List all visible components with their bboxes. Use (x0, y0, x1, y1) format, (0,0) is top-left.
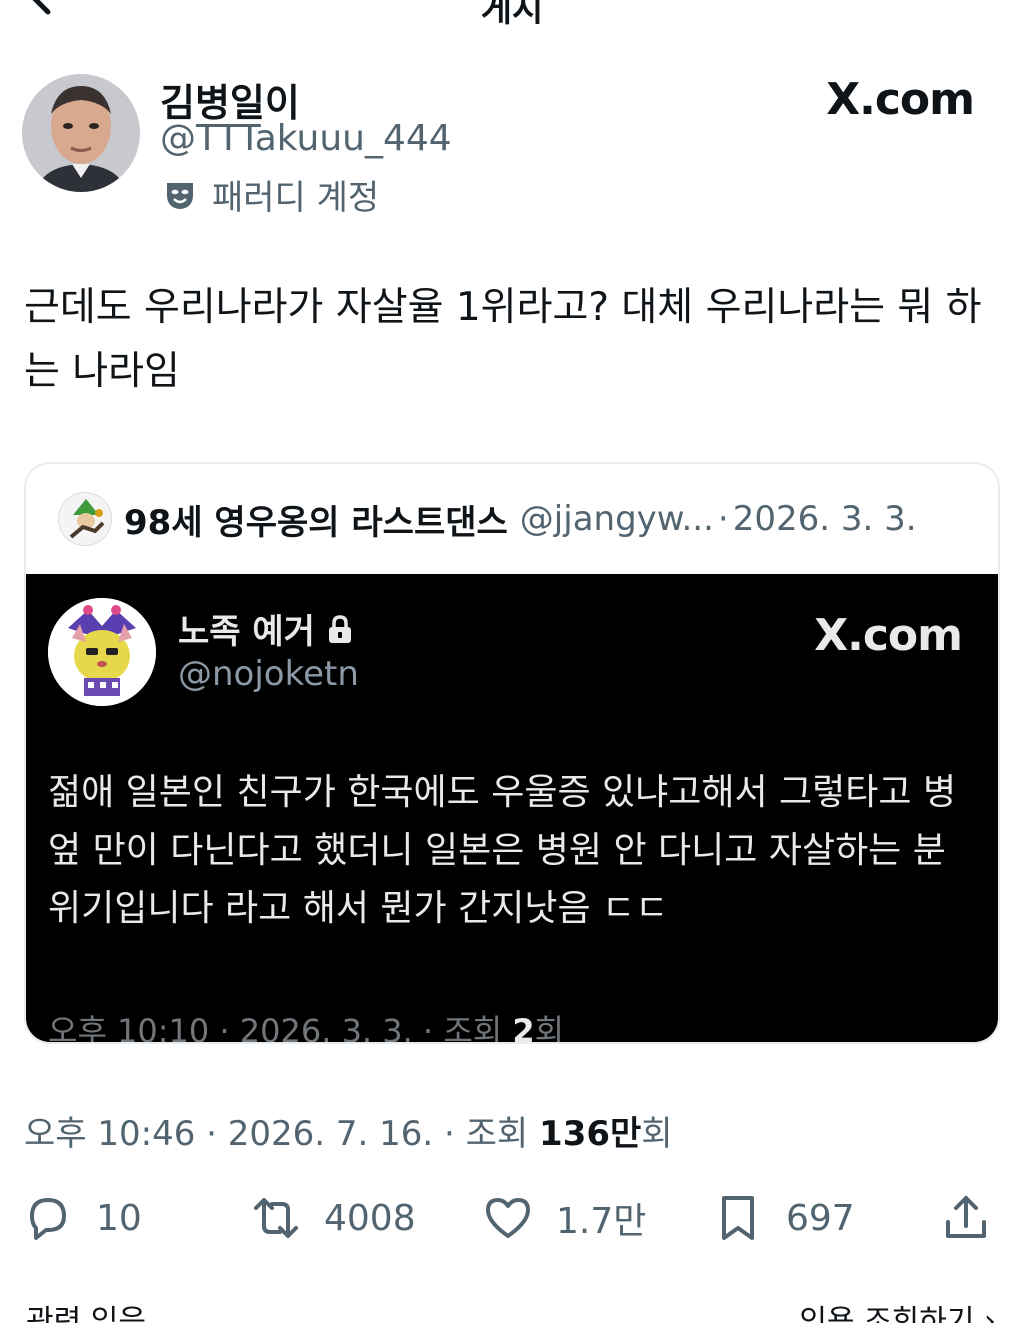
repost-button[interactable]: 4008 (250, 1186, 416, 1250)
bookmark-icon (722, 1196, 754, 1240)
share-button[interactable] (940, 1186, 1014, 1250)
meta-suffix: 회 (641, 1114, 673, 1154)
author-avatar[interactable] (22, 74, 140, 192)
embed-author-handle: @nojoketn (178, 654, 359, 694)
embedded-screenshot: 노족 예거 @nojoketn X.com 젊애 일본인 친구가 한국에도 우울… (26, 574, 998, 1044)
like-count: 1.7만 (556, 1201, 647, 1242)
post-text: 근데도 우리나라가 자살율 1위라고? 대체 우리나라는 뭐 하는 나라임 (24, 285, 982, 394)
like-button[interactable]: 1.7만 (482, 1186, 646, 1250)
quote-author-name[interactable]: 98세 영우옹의 라스트댄스 (124, 495, 508, 544)
quote-header: 98세 영우옹의 라스트댄스 @jjangyw... · 2026. 3. 3. (26, 464, 998, 574)
heart-icon (486, 1198, 530, 1238)
quote-author-handle[interactable]: @jjangyw... (520, 499, 714, 539)
post-meta: 오후 10:46 · 2026. 7. 16. · 조회 136만회 (24, 1106, 673, 1155)
embed-meta-suffix: 회 (534, 1012, 565, 1044)
bookmark-count: 697 (786, 1197, 855, 1239)
embed-post-text: 젊애 일본인 친구가 한국에도 우울증 있냐고해서 그렇타고 병엎 만이 다닌다… (48, 772, 957, 929)
page-title: 게시 (480, 0, 544, 30)
repost-count: 4008 (324, 1197, 416, 1239)
reply-count: 10 (96, 1197, 142, 1239)
embed-meta-views: 2 (512, 1012, 535, 1044)
top-bar: 게시 (0, 0, 1024, 30)
author-block: 김병일이 @TTTakuuu_444 패러디 계정 X.com (22, 72, 1002, 218)
embed-avatar (48, 598, 156, 706)
embed-meta-prefix: 오후 10:10 · 2026. 3. 3. · 조회 (48, 1012, 513, 1044)
embed-post-meta: 오후 10:10 · 2026. 3. 3. · 조회 2회 (48, 1006, 565, 1044)
lock-icon (328, 614, 351, 643)
parody-label: 패러디 계정 (212, 178, 380, 218)
quote-avatar[interactable] (58, 492, 112, 546)
parody-mask-icon (167, 182, 193, 209)
quoted-post-card[interactable]: 98세 영우옹의 라스트댄스 @jjangyw... · 2026. 3. 3. (24, 462, 1000, 1044)
author-handle[interactable]: @TTTakuuu_444 (160, 118, 452, 159)
xcom-watermark: X.com (826, 74, 975, 125)
embed-xcom-watermark: X.com (814, 610, 963, 661)
parody-badge: 패러디 계정 (164, 170, 379, 219)
reply-icon (30, 1198, 66, 1240)
quote-separator: · (717, 499, 729, 539)
view-quotes-link[interactable]: 인용 조회하기 › (799, 1296, 996, 1323)
meta-views[interactable]: 136만 (539, 1114, 641, 1154)
related-filter[interactable]: 관련 있음 ⌄ (26, 1296, 181, 1323)
quote-date: 2026. 3. 3. (732, 499, 917, 539)
embed-author-name-text: 노족 예거 (178, 612, 315, 652)
meta-prefix: 오후 10:46 · 2026. 7. 16. · 조회 (24, 1114, 540, 1154)
more-options-icon[interactable] (922, 0, 982, 10)
action-bar: 10 4008 1.7만 697 (0, 1186, 1024, 1250)
share-icon (946, 1196, 986, 1238)
bookmark-button[interactable]: 697 (712, 1186, 855, 1250)
embed-author-name: 노족 예거 (178, 604, 353, 653)
reply-button[interactable]: 10 (22, 1186, 142, 1250)
bottom-bar: 관련 있음 ⌄ 인용 조회하기 › (0, 1296, 1024, 1323)
repost-icon (254, 1198, 298, 1238)
